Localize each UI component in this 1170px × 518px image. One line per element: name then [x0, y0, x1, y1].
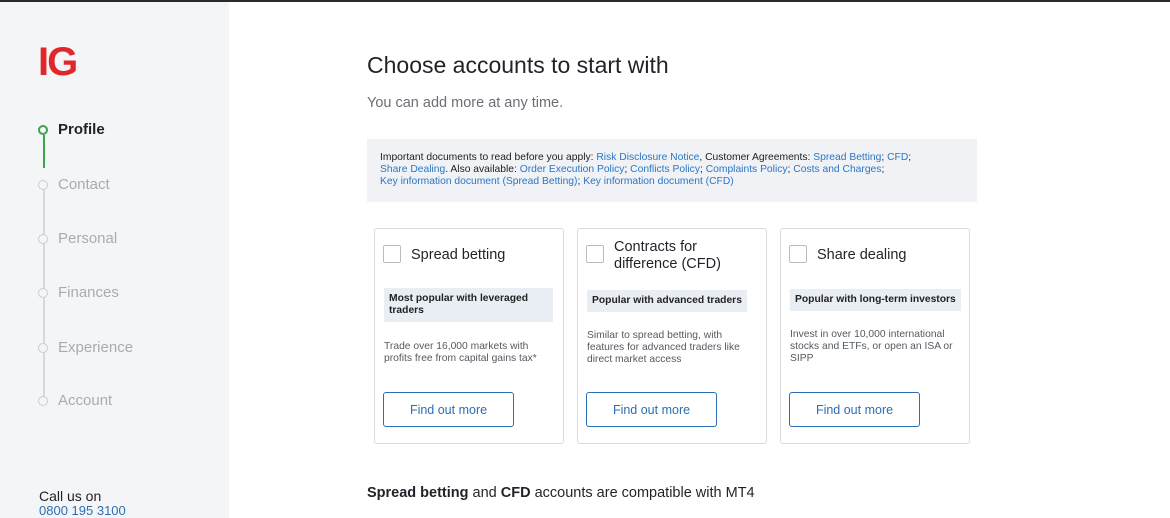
step-label: Personal — [58, 230, 118, 247]
step-account: Account — [38, 392, 112, 409]
step-label: Contact — [58, 176, 110, 193]
ig-logo[interactable]: IG — [38, 42, 78, 82]
spread-betting-agreement-link[interactable]: Spread Betting — [813, 152, 881, 163]
step-personal: Personal — [38, 230, 117, 247]
spread-betting-checkbox[interactable] — [383, 245, 401, 263]
documents-notice: Important documents to read before you a… — [367, 139, 977, 202]
card-description: Invest in over 10,000 international stoc… — [790, 329, 953, 364]
account-card-cfd: Contracts for difference (CFD) Popular w… — [577, 228, 767, 444]
notice-text: ; — [908, 152, 912, 163]
card-tag: Popular with long-term investors — [790, 289, 961, 311]
find-out-more-button[interactable]: Find out more — [789, 392, 920, 427]
notice-text: Important documents to read before you a… — [380, 152, 597, 163]
step-dot-icon — [38, 179, 48, 190]
share-dealing-agreement-link[interactable]: Share Dealing — [380, 164, 445, 175]
mt4-compatibility-note: Spread betting and CFD accounts are comp… — [367, 485, 755, 501]
mt4-text: and — [468, 485, 501, 501]
card-tag: Most popular with leveraged traders — [384, 288, 553, 322]
main-content: Choose accounts to start with You can ad… — [367, 0, 1170, 518]
notice-text: , Customer Agreements: — [699, 152, 814, 163]
phone-link[interactable]: 0800 195 3100 — [39, 503, 126, 518]
cfd-checkbox[interactable] — [586, 245, 604, 263]
mt4-cfd: CFD — [500, 485, 531, 501]
page-title: Choose accounts to start with — [367, 52, 669, 78]
card-description: Trade over 16,000 markets with profits f… — [384, 341, 537, 364]
step-active-dot-icon — [38, 124, 48, 135]
account-card-spread-betting: Spread betting Most popular with leverag… — [374, 228, 564, 444]
call-us-label: Call us on — [39, 488, 102, 504]
step-dot-icon — [38, 342, 48, 353]
step-dot-icon — [38, 233, 48, 244]
step-label: Experience — [58, 339, 134, 356]
cfd-agreement-link[interactable]: CFD — [887, 152, 908, 163]
progress-rail-complete — [43, 135, 45, 168]
account-card-share-dealing: Share dealing Popular with long-term inv… — [780, 228, 970, 444]
step-label: Profile — [58, 121, 105, 138]
page-subtitle: You can add more at any time. — [367, 95, 564, 111]
card-title: Share dealing — [817, 247, 907, 263]
card-title: Spread betting — [411, 247, 506, 263]
costs-charges-link[interactable]: Costs and Charges — [793, 164, 881, 175]
step-dot-icon — [38, 287, 48, 298]
risk-disclosure-link[interactable]: Risk Disclosure Notice — [596, 152, 699, 163]
card-description: Similar to spread betting, with features… — [587, 330, 740, 365]
notice-text: ; — [881, 164, 885, 175]
step-label: Account — [58, 392, 113, 409]
sidebar: IG Profile Contact Personal Finances Exp… — [0, 2, 229, 518]
find-out-more-button[interactable]: Find out more — [383, 392, 514, 427]
step-experience: Experience — [38, 339, 133, 356]
complaints-policy-link[interactable]: Complaints Policy — [706, 164, 788, 175]
conflicts-policy-link[interactable]: Conflicts Policy — [630, 164, 700, 175]
step-profile: Profile — [38, 121, 105, 138]
notice-text: . Also available: — [445, 164, 520, 175]
step-dot-icon — [38, 395, 48, 406]
card-title: Contracts for difference (CFD) — [614, 239, 721, 272]
find-out-more-button[interactable]: Find out more — [586, 392, 717, 427]
step-finances: Finances — [38, 284, 119, 301]
kid-cfd-link[interactable]: Key information document (CFD) — [583, 176, 734, 187]
share-dealing-checkbox[interactable] — [789, 245, 807, 263]
mt4-spread-betting: Spread betting — [367, 485, 469, 501]
card-tag: Popular with advanced traders — [587, 290, 747, 312]
order-execution-link[interactable]: Order Execution Policy — [520, 164, 625, 175]
kid-spread-betting-link[interactable]: Key information document (Spread Betting… — [380, 176, 577, 187]
mt4-text: accounts are compatible with MT4 — [530, 485, 755, 501]
step-contact: Contact — [38, 176, 110, 193]
step-label: Finances — [58, 284, 119, 301]
